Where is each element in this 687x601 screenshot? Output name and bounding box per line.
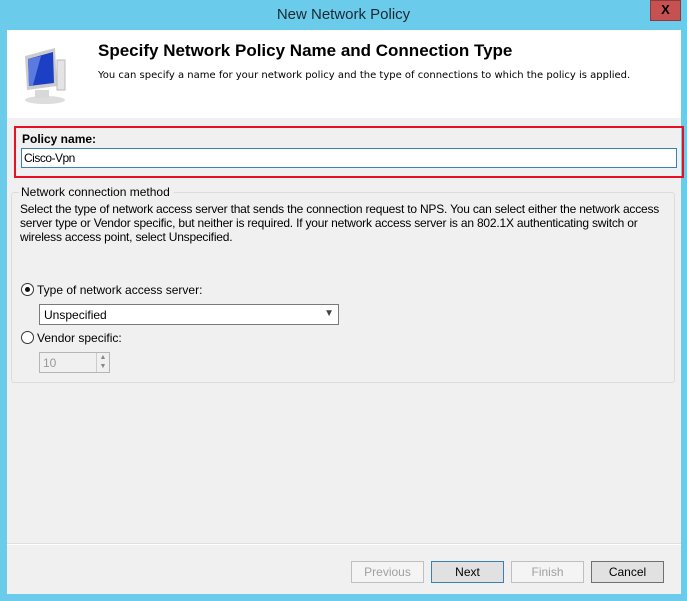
finish-button[interactable]: Finish <box>511 561 584 583</box>
vendor-value: 10 <box>43 356 57 370</box>
page-subtitle: You can specify a name for your network … <box>98 70 631 81</box>
server-type-value: Unspecified <box>44 308 107 322</box>
dialog-body: Specify Network Policy Name and Connecti… <box>7 30 684 594</box>
title-bar: New Network Policy <box>0 0 687 30</box>
group-legend: Network connection method <box>19 185 174 199</box>
stepper-arrows[interactable]: ▲ ▼ <box>96 353 109 372</box>
close-button[interactable]: X <box>650 0 681 21</box>
cancel-button[interactable]: Cancel <box>591 561 664 583</box>
computer-monitor-icon <box>25 48 66 104</box>
policy-name-input[interactable]: Cisco-Vpn <box>21 148 677 168</box>
policy-name-section: Policy name: Cisco-Vpn <box>14 126 684 178</box>
window-title: New Network Policy <box>276 6 411 23</box>
type-of-server-radio[interactable] <box>21 283 34 296</box>
chevron-down-icon: ▼ <box>324 308 334 319</box>
page-title: Specify Network Policy Name and Connecti… <box>98 41 513 60</box>
next-button[interactable]: Next <box>431 561 504 583</box>
type-of-server-label[interactable]: Type of network access server: <box>37 283 202 297</box>
down-arrow-icon[interactable]: ▼ <box>97 362 109 371</box>
server-type-select[interactable]: Unspecified ▼ <box>39 304 339 325</box>
footer-divider <box>7 543 681 545</box>
vendor-specific-label[interactable]: Vendor specific: <box>37 331 122 345</box>
vendor-specific-radio[interactable] <box>21 331 34 344</box>
previous-button[interactable]: Previous <box>351 561 424 583</box>
up-arrow-icon[interactable]: ▲ <box>97 353 109 362</box>
policy-name-label: Policy name: <box>22 132 97 146</box>
group-description: Select the type of network access server… <box>20 202 660 244</box>
network-connection-method-group: Network connection method Select the typ… <box>11 185 675 383</box>
vendor-specific-stepper[interactable]: 10 ▲ ▼ <box>39 352 110 373</box>
wizard-header: Specify Network Policy Name and Connecti… <box>7 30 681 118</box>
